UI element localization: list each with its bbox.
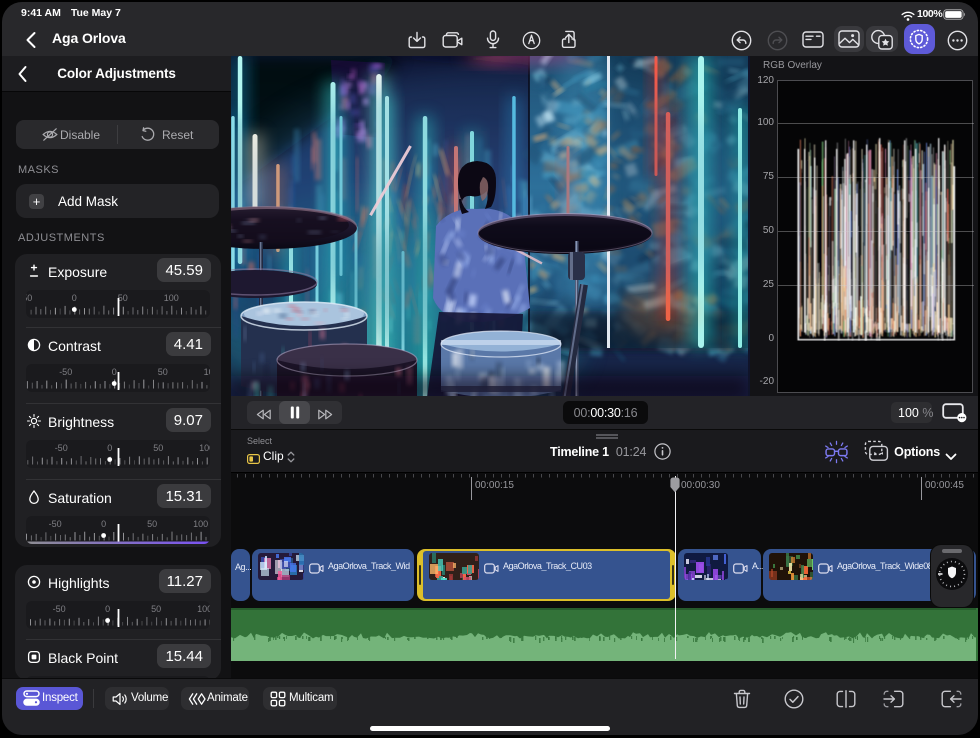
svg-text:0: 0: [105, 604, 110, 614]
svg-text:0: 0: [72, 293, 77, 303]
svg-text:0: 0: [101, 519, 106, 529]
svg-text:0: 0: [107, 443, 112, 453]
svg-text:50: 50: [153, 443, 163, 453]
svg-text:50: 50: [151, 604, 161, 614]
svg-text:50: 50: [158, 367, 168, 377]
svg-text:-50: -50: [55, 443, 68, 453]
svg-text:100: 100: [199, 443, 210, 453]
svg-text:100: 100: [193, 519, 208, 529]
svg-text:0: 0: [112, 367, 117, 377]
svg-text:100: 100: [164, 293, 179, 303]
svg-text:-50: -50: [49, 519, 62, 529]
svg-text:-50: -50: [26, 293, 32, 303]
svg-text:50: 50: [147, 519, 157, 529]
svg-text:-50: -50: [59, 367, 72, 377]
svg-text:100: 100: [197, 604, 210, 614]
svg-text:-50: -50: [53, 604, 66, 614]
svg-text:100: 100: [204, 367, 210, 377]
